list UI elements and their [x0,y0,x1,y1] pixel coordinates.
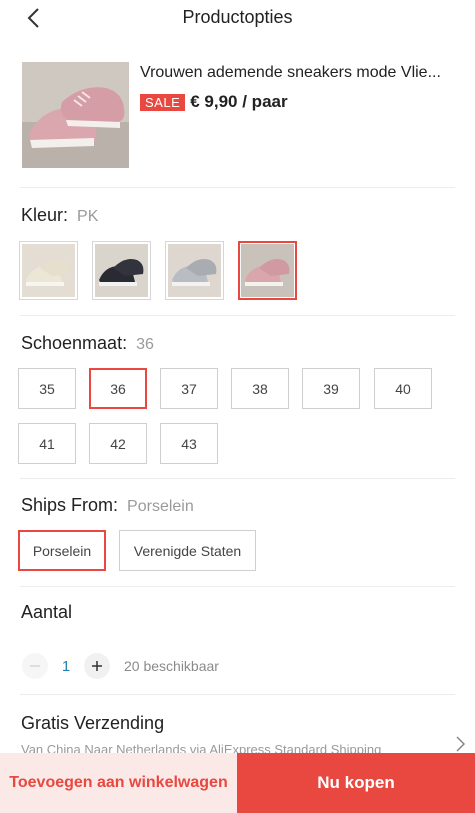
color-swatch-black[interactable] [92,241,151,300]
divider [20,586,455,587]
size-option[interactable]: 42 [89,423,147,464]
product-price: € 9,90 / paar [190,92,288,111]
size-option[interactable]: 41 [18,423,76,464]
divider [20,315,455,316]
buy-now-button[interactable]: Nu kopen [237,753,475,813]
size-option[interactable]: 38 [231,368,289,409]
shipping-title: Gratis Verzending [21,713,165,733]
sale-badge: SALE [140,93,186,111]
color-swatch-beige[interactable] [19,241,78,300]
color-label: Kleur: [21,205,69,225]
minus-icon[interactable] [22,653,48,679]
ships-from-option[interactable]: Verenigde Staten [119,530,256,571]
color-swatch-pink[interactable] [238,241,297,300]
top-bar: Productopties [0,0,475,36]
shoe-thumbnail [95,244,148,297]
shoe-thumbnail [241,244,294,297]
quantity-available: 20 beschikbaar [124,658,219,674]
shoe-thumbnail [168,244,221,297]
bottom-action-bar: Toevoegen aan winkelwagen Nu kopen [0,753,475,813]
color-selected-value: PK [77,208,99,225]
ships-from-label: Ships From: [21,495,119,515]
size-option[interactable]: 39 [302,368,360,409]
quantity-value: 1 [61,657,71,675]
size-label: Schoenmaat: [21,333,128,353]
divider [20,694,455,695]
size-option[interactable]: 40 [374,368,432,409]
size-option[interactable]: 35 [18,368,76,409]
size-option[interactable]: 43 [160,423,218,464]
ships-from-selected-value: Porselein [127,498,194,515]
product-title: Vrouwen ademende sneakers mode Vlie... [140,64,441,81]
plus-icon[interactable] [84,653,110,679]
ships-from-option[interactable]: Porselein [18,530,106,571]
product-image [22,62,129,168]
size-selected-value: 36 [136,336,154,353]
price-row: SALE € 9,90 / paar [140,92,288,112]
page-title: Productopties [182,7,293,27]
color-swatch-grey[interactable] [165,241,224,300]
shoe-thumbnail [22,244,75,297]
chevron-right-icon[interactable] [454,735,468,753]
add-to-cart-button[interactable]: Toevoegen aan winkelwagen [0,753,237,813]
size-section-label: Schoenmaat: 36 [21,333,154,354]
divider [20,187,455,188]
color-section-label: Kleur: PK [21,205,98,226]
quantity-label: Aantal [21,602,73,622]
quantity-stepper: 1 20 beschikbaar [22,652,219,680]
size-option[interactable]: 37 [160,368,218,409]
ships-from-section-label: Ships From: Porselein [21,495,194,516]
product-summary: Vrouwen ademende sneakers mode Vlie... S… [22,62,462,168]
divider [20,478,455,479]
size-option[interactable]: 36 [89,368,147,409]
